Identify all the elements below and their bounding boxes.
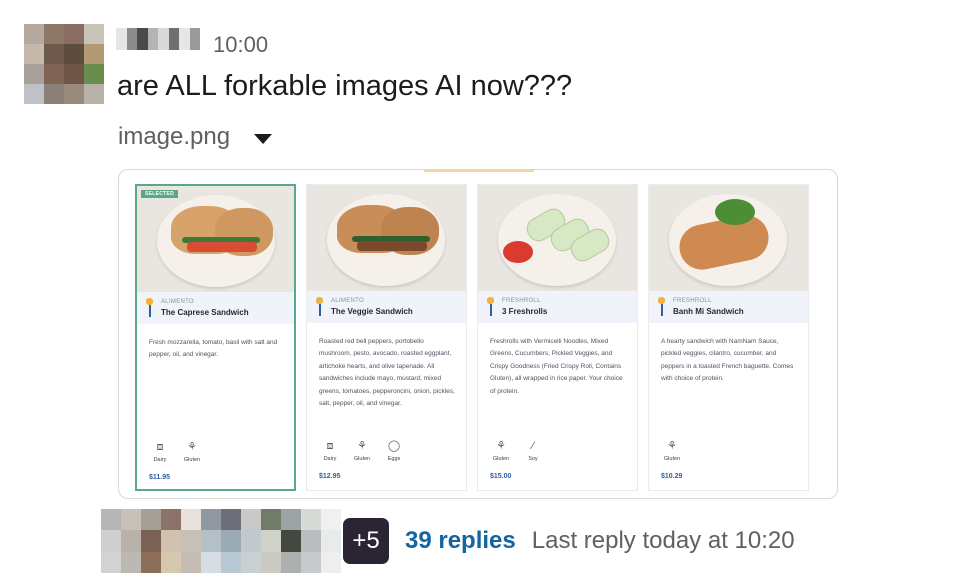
card-description: Roasted red bell peppers, portobello mus… — [319, 338, 455, 408]
attachment-file-name[interactable]: image.png — [118, 123, 230, 151]
menu-card: FRESHROLL Banh Mi Sandwich A hearty sand… — [648, 184, 809, 491]
egg-icon: ◯ — [387, 440, 401, 452]
attachment-header: image.png — [118, 123, 273, 151]
card-title: 3 Freshrolls — [502, 307, 548, 316]
card-description: Fresh mozzarella, tomato, basil with sal… — [149, 339, 278, 359]
card-header: FRESHROLL Banh Mi Sandwich — [649, 291, 808, 323]
allergen-label: Dairy — [153, 457, 167, 463]
milk-carton-icon: ⧈ — [156, 441, 164, 453]
last-reply-time: Last reply today at 10:20 — [531, 527, 795, 554]
wheat-icon: ⚘ — [667, 440, 677, 452]
allergen-item: ◯ Eggs — [382, 439, 406, 462]
allergen-list: ⧈ Dairy ⚘ Gluten — [148, 440, 204, 463]
card-category: FRESHROLL — [502, 298, 541, 304]
fork-icon — [145, 298, 153, 318]
card-price: $15.00 — [490, 473, 512, 480]
allergen-list: ⧈ Dairy ⚘ Gluten ◯ Eggs — [318, 439, 406, 462]
sender-avatar[interactable] — [24, 24, 104, 104]
milk-carton-icon: ⧈ — [326, 440, 334, 452]
allergen-label: Gluten — [183, 457, 201, 463]
more-participants-badge[interactable]: +5 — [343, 518, 389, 564]
fork-icon — [315, 297, 323, 317]
selected-badge: SELECTED — [141, 190, 179, 198]
card-price: $12.95 — [319, 473, 341, 480]
food-photo — [649, 185, 808, 291]
thread-participant-avatars[interactable] — [101, 509, 341, 573]
card-title: Banh Mi Sandwich — [673, 307, 744, 316]
food-photo — [478, 185, 637, 291]
soybean-icon: ⁄ — [532, 440, 534, 452]
allergen-item: ⚘ Gluten — [489, 439, 513, 462]
wheat-icon: ⚘ — [357, 440, 367, 452]
card-description: A hearty sandwich with NamNam Sauce, pic… — [661, 338, 794, 383]
menu-card: FRESHROLL 3 Freshrolls Freshrolls with V… — [477, 184, 638, 491]
sender-name-redacted[interactable] — [116, 28, 200, 50]
card-price: $10.29 — [661, 473, 683, 480]
card-title: The Veggie Sandwich — [331, 307, 413, 316]
card-price: $11.95 — [149, 474, 171, 481]
fork-icon — [486, 297, 494, 317]
message-text: are ALL forkable images AI now??? — [117, 70, 573, 102]
chevron-down-icon[interactable] — [254, 133, 273, 144]
card-description: Freshrolls with Vermicelli Noodles, Mixe… — [490, 338, 623, 395]
allergen-item: ⚘ Gluten — [660, 439, 684, 462]
allergen-item: ⁄ Soy — [521, 439, 545, 462]
menu-card-list: SELECTED ALIMENTO The Caprese Sandwich F… — [135, 184, 809, 491]
card-header: ALIMENTO The Caprese Sandwich — [137, 292, 294, 324]
replies-link[interactable]: 39 replies — [405, 527, 516, 555]
card-title: The Caprese Sandwich — [161, 308, 249, 317]
allergen-label: Dairy — [323, 456, 337, 462]
food-photo — [307, 185, 466, 291]
fork-icon — [657, 297, 665, 317]
allergen-label: Gluten — [492, 456, 510, 462]
wheat-icon: ⚘ — [496, 440, 506, 452]
message-timestamp[interactable]: 10:00 — [213, 32, 268, 58]
allergen-item: ⚘ Gluten — [180, 440, 204, 463]
allergen-list: ⚘ Gluten ⁄ Soy — [489, 439, 545, 462]
allergen-item: ⧈ Dairy — [318, 439, 342, 462]
image-top-accent — [424, 170, 534, 172]
menu-card: SELECTED ALIMENTO The Caprese Sandwich F… — [135, 184, 296, 491]
allergen-item: ⚘ Gluten — [350, 439, 374, 462]
allergen-label: Eggs — [387, 456, 401, 462]
allergen-item: ⧈ Dairy — [148, 440, 172, 463]
card-category: ALIMENTO — [331, 298, 364, 304]
card-header: FRESHROLL 3 Freshrolls — [478, 291, 637, 323]
card-header: ALIMENTO The Veggie Sandwich — [307, 291, 466, 323]
image-preview[interactable]: SELECTED ALIMENTO The Caprese Sandwich F… — [118, 169, 838, 499]
allergen-label: Gluten — [663, 456, 681, 462]
menu-card: ALIMENTO The Veggie Sandwich Roasted red… — [306, 184, 467, 491]
allergen-list: ⚘ Gluten — [660, 439, 684, 462]
allergen-label: Gluten — [353, 456, 371, 462]
food-photo — [137, 186, 294, 292]
card-category: ALIMENTO — [161, 299, 194, 305]
thread-summary[interactable]: +5 39 replies Last reply today at 10:20 — [101, 509, 795, 573]
wheat-icon: ⚘ — [187, 441, 197, 453]
card-category: FRESHROLL — [673, 298, 712, 304]
allergen-label: Soy — [528, 456, 538, 462]
